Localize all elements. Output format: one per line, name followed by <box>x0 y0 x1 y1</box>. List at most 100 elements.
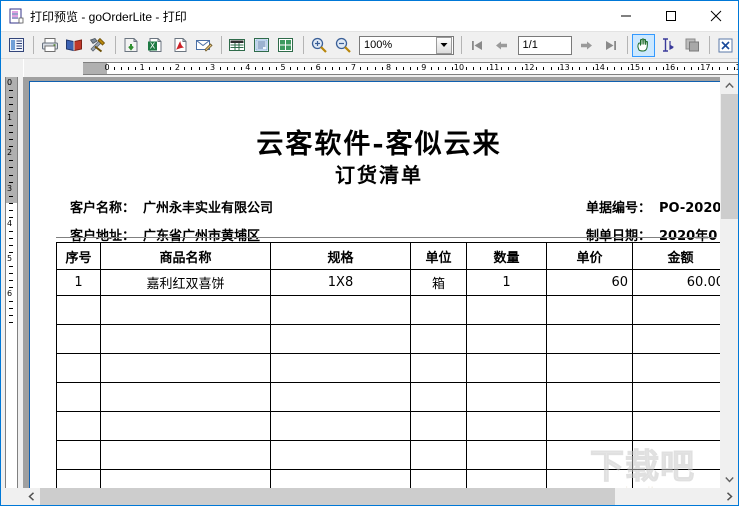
next-page-button[interactable] <box>575 34 598 57</box>
document-title: 云客软件-客似云来 <box>256 129 502 160</box>
grid-view-button[interactable] <box>226 34 249 57</box>
ruler-tick <box>170 67 172 70</box>
ruler-tick <box>684 67 686 70</box>
ruler-tick <box>726 67 728 70</box>
ruler-tick <box>571 67 573 70</box>
ruler-tick <box>360 67 362 70</box>
ruler-label: 8 <box>386 63 392 72</box>
close-button[interactable] <box>693 1 738 31</box>
vertical-scroll-thumb[interactable] <box>721 94 738 219</box>
ruler-tick <box>451 67 453 70</box>
multi-page-button[interactable] <box>274 34 297 57</box>
ruler-label: 13 <box>559 63 570 72</box>
send-mail-button[interactable] <box>193 34 216 57</box>
cell-empty <box>546 440 633 470</box>
cell-empty <box>466 353 547 383</box>
cell-empty <box>546 353 633 383</box>
scroll-up-button[interactable] <box>721 77 738 94</box>
horizontal-scroll-thumb[interactable] <box>40 488 615 505</box>
cell-amount: 60.00 <box>632 269 720 296</box>
scroll-right-button[interactable] <box>721 488 738 505</box>
ruler-tick <box>487 67 489 70</box>
export-button[interactable] <box>120 34 143 57</box>
cell-empty <box>632 382 720 412</box>
hand-tool-button[interactable] <box>631 33 656 57</box>
export-excel-button[interactable]: X <box>144 34 167 57</box>
book-view-button[interactable] <box>62 34 85 57</box>
zoom-combobox[interactable]: 100% <box>359 35 455 55</box>
chevron-down-icon[interactable] <box>436 36 453 54</box>
ruler-tick-v <box>9 209 13 211</box>
ruler-tick <box>191 67 193 70</box>
col-product: 商品名称 <box>100 242 271 270</box>
ruler-tick <box>712 67 714 70</box>
ruler-tick <box>346 67 348 70</box>
close-preview-button[interactable] <box>714 34 737 57</box>
ruler-tick-v <box>9 104 13 106</box>
ruler-corner <box>1 59 24 77</box>
scrollbar-corner <box>721 488 738 505</box>
horizontal-ruler[interactable]: 0123456789101112131415161718 <box>24 59 738 77</box>
cell-empty <box>410 440 467 470</box>
ruler-tick <box>297 67 299 70</box>
ruler-tick <box>275 67 277 70</box>
vertical-scrollbar[interactable] <box>720 77 738 488</box>
toolbar-separator <box>33 36 35 54</box>
scrollbar-left-pad <box>1 488 23 505</box>
copy-button[interactable] <box>681 34 704 57</box>
text-select-tool-button[interactable] <box>656 34 679 57</box>
print-preview-window: 打印预览 - goOrderLite - 打印 X 100% 1/1 0 1 2… <box>0 0 739 506</box>
cell-empty <box>270 411 411 441</box>
last-page-button[interactable] <box>599 34 622 57</box>
maximize-button[interactable] <box>648 1 693 31</box>
print-button[interactable] <box>38 34 61 57</box>
ruler-tick <box>656 67 658 70</box>
vertical-ruler[interactable]: 0 1 2 3 4 5 6 <box>1 77 23 488</box>
ruler-tick <box>466 67 468 70</box>
ruler-tick-v <box>9 251 13 253</box>
ruler-tick <box>585 67 587 70</box>
ruler-tick <box>163 67 165 70</box>
ruler-tick <box>381 67 383 70</box>
page-number-input[interactable]: 1/1 <box>517 35 572 55</box>
prev-page-button[interactable] <box>490 34 513 57</box>
zoom-in-button[interactable] <box>308 34 331 57</box>
ruler-tick <box>557 67 559 70</box>
export-pdf-button[interactable] <box>168 34 191 57</box>
cell-empty <box>270 295 411 325</box>
cell-empty <box>56 440 101 470</box>
ruler-label: 14 <box>594 63 605 72</box>
page-setup-button[interactable] <box>5 34 28 57</box>
scroll-left-button[interactable] <box>23 488 40 505</box>
table-header-row: 序号 商品名称 规格 单位 数量 单价 金额 <box>56 242 720 270</box>
scroll-down-button[interactable] <box>721 471 738 488</box>
ruler-tick <box>261 67 263 70</box>
ruler-label: 6 <box>315 63 321 72</box>
table-row-empty <box>56 469 720 488</box>
ruler-tick-v <box>9 90 13 92</box>
col-unit: 单位 <box>410 242 467 270</box>
table-row-empty <box>56 295 720 325</box>
document-number-label: 单据编号： <box>586 201 652 216</box>
cell-unit: 箱 <box>410 269 467 296</box>
preview-canvas[interactable]: 云客软件-客似云来 订货清单 客户名称： 广州永丰实业有限公司 客户地址： 广东省广… <box>23 77 720 488</box>
horizontal-scrollbar[interactable] <box>1 488 738 505</box>
ruler-label: 15 <box>629 63 641 72</box>
ruler-label-v: 2 <box>7 148 13 158</box>
page-view-button[interactable] <box>250 34 273 57</box>
minimize-button[interactable] <box>603 1 648 31</box>
window-title: 打印预览 - goOrderLite - 打印 <box>30 9 187 24</box>
cell-empty <box>100 353 271 383</box>
first-page-button[interactable] <box>466 34 489 57</box>
zoom-out-button[interactable] <box>332 34 355 57</box>
ruler-tick <box>226 67 228 70</box>
tools-button[interactable] <box>87 34 110 57</box>
ruler-tick-v <box>9 244 13 246</box>
ruler-tick-v <box>9 273 13 275</box>
cell-qty: 1 <box>466 269 547 296</box>
cell-empty <box>270 440 411 470</box>
title-bar: 打印预览 - goOrderLite - 打印 <box>1 1 738 31</box>
vertical-scroll-track[interactable] <box>721 94 738 471</box>
ruler-tick-v <box>9 146 13 148</box>
horizontal-scroll-track[interactable] <box>23 488 721 505</box>
